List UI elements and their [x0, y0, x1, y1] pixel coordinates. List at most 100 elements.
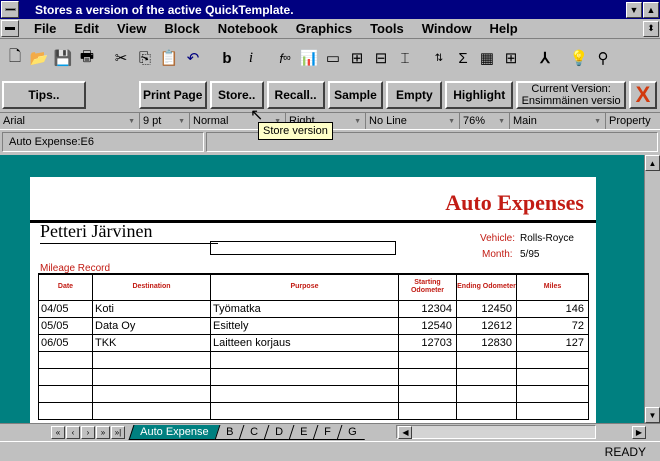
menu-block[interactable]: Block	[155, 21, 208, 36]
table-cell[interactable]	[210, 384, 399, 403]
horizontal-scrollbar[interactable]: ◀	[396, 425, 597, 439]
menu-view[interactable]: View	[108, 21, 155, 36]
table-cell[interactable]	[38, 384, 93, 403]
owner-name[interactable]: Petteri Järvinen	[40, 221, 152, 242]
zoom-select[interactable]: 76% ▼	[460, 113, 510, 129]
table-cell[interactable]: Työmatka	[210, 299, 399, 318]
save-icon[interactable]: 💾	[52, 46, 74, 70]
table-cell[interactable]	[38, 367, 93, 386]
print-icon[interactable]: 🖶	[76, 46, 98, 70]
sort-icon[interactable]: ⇅	[428, 46, 450, 70]
table-cell[interactable]	[38, 350, 93, 369]
table-cell[interactable]	[398, 401, 457, 420]
table-cell[interactable]: Data Oy	[92, 316, 211, 335]
table-cell[interactable]	[92, 384, 211, 403]
table-cell[interactable]: TKK	[92, 333, 211, 352]
lightbulb-icon[interactable]: 💡	[568, 46, 590, 70]
restore-button[interactable]: ▲	[643, 1, 659, 18]
copy-icon[interactable]: ⎘	[134, 46, 156, 70]
font-select[interactable]: Arial ▼	[0, 113, 140, 129]
first-sheet-button[interactable]: «	[51, 425, 65, 439]
table-cell[interactable]	[92, 350, 211, 369]
last-sheet-button[interactable]: »	[96, 425, 110, 439]
scroll-down-icon[interactable]: ▼	[645, 407, 660, 423]
sum-icon[interactable]: Σ	[452, 46, 474, 70]
menu-tools[interactable]: Tools	[361, 21, 413, 36]
table-cell[interactable]: 12703	[398, 333, 457, 352]
table-cell[interactable]: 12450	[456, 299, 517, 318]
scroll-left-icon[interactable]: ◀	[398, 425, 413, 439]
bold-icon[interactable]: b	[216, 46, 238, 70]
table-cell[interactable]	[38, 401, 93, 420]
tips-button[interactable]: Tips..	[2, 81, 86, 109]
table-cell[interactable]: 72	[516, 316, 589, 335]
tab-auto-expense[interactable]: Auto Expense	[128, 424, 221, 440]
line-select[interactable]: No Line ▼	[366, 113, 460, 129]
table-cell[interactable]: 12304	[398, 299, 457, 318]
document-restore-button[interactable]: ⬍	[643, 20, 659, 37]
table-cell[interactable]	[456, 350, 517, 369]
current-version-button[interactable]: Current Version: Ensimmäinen versio	[516, 81, 627, 109]
page-select[interactable]: Main ▼	[510, 113, 606, 129]
vehicle-value[interactable]: Rolls-Royce	[520, 233, 574, 244]
vertical-scrollbar[interactable]: ▲ ▼	[644, 155, 660, 423]
scroll-right-icon[interactable]: ▶	[632, 425, 646, 439]
menu-edit[interactable]: Edit	[65, 21, 108, 36]
font-size-select[interactable]: 9 pt ▼	[140, 113, 190, 129]
table-cell[interactable]	[210, 401, 399, 420]
prev-sheet-button[interactable]: ‹	[66, 425, 80, 439]
table-cell[interactable]: Laitteen korjaus	[210, 333, 399, 352]
table-cell[interactable]	[516, 367, 589, 386]
menu-file[interactable]: File	[25, 21, 65, 36]
open-icon[interactable]: 📂	[28, 46, 50, 70]
italic-icon[interactable]: i	[240, 46, 262, 70]
crosstab-icon[interactable]: ⊞	[500, 46, 522, 70]
table-cell[interactable]	[398, 367, 457, 386]
table-cell[interactable]	[516, 350, 589, 369]
tab-g[interactable]: G	[336, 424, 369, 440]
print-page-button[interactable]: Print Page	[138, 81, 207, 109]
table-cell[interactable]	[398, 384, 457, 403]
recall-button[interactable]: Recall..	[266, 81, 325, 109]
menu-window[interactable]: Window	[413, 21, 481, 36]
property-select[interactable]: Property	[606, 113, 660, 129]
table-cell[interactable]: 05/05	[38, 316, 93, 335]
help-icon[interactable]: ⚲	[592, 46, 614, 70]
table-cell[interactable]: Koti	[92, 299, 211, 318]
columns-icon[interactable]: ⌶	[394, 46, 416, 70]
align-icon[interactable]: ⊞	[346, 46, 368, 70]
highlight-button[interactable]: Highlight	[445, 81, 514, 109]
empty-button[interactable]: Empty	[386, 81, 443, 109]
end-sheet-button[interactable]: »|	[111, 425, 125, 439]
table-cell[interactable]	[398, 350, 457, 369]
undo-icon[interactable]: ↶	[182, 46, 204, 70]
paste-icon[interactable]: 📋	[158, 46, 180, 70]
month-value[interactable]: 5/95	[520, 249, 539, 260]
menu-graphics[interactable]: Graphics	[287, 21, 361, 36]
table-cell[interactable]: 127	[516, 333, 589, 352]
table-cell[interactable]: 146	[516, 299, 589, 318]
table-cell[interactable]: 06/05	[38, 333, 93, 352]
table-cell[interactable]	[92, 401, 211, 420]
cell-reference[interactable]: Auto Expense:E6	[2, 132, 204, 152]
cut-icon[interactable]: ✂	[110, 46, 132, 70]
menu-notebook[interactable]: Notebook	[209, 21, 287, 36]
next-sheet-button[interactable]: ›	[81, 425, 95, 439]
table-cell[interactable]	[92, 367, 211, 386]
table-cell[interactable]: 04/05	[38, 299, 93, 318]
document-menu-icon[interactable]	[1, 20, 19, 37]
blank-entry-box[interactable]	[210, 241, 396, 255]
border-icon[interactable]: ▭	[322, 46, 344, 70]
scroll-up-icon[interactable]: ▲	[645, 155, 660, 171]
style-icon[interactable]: ⅄	[534, 46, 556, 70]
sample-button[interactable]: Sample	[327, 81, 384, 109]
table-cell[interactable]	[456, 384, 517, 403]
chart-icon[interactable]: 📊	[298, 46, 320, 70]
table-cell[interactable]	[210, 367, 399, 386]
table-icon[interactable]: ▦	[476, 46, 498, 70]
table-cell[interactable]	[516, 401, 589, 420]
table-cell[interactable]: 12830	[456, 333, 517, 352]
menu-help[interactable]: Help	[480, 21, 526, 36]
table-cell[interactable]	[210, 350, 399, 369]
new-icon[interactable]: 🗋	[4, 46, 26, 70]
